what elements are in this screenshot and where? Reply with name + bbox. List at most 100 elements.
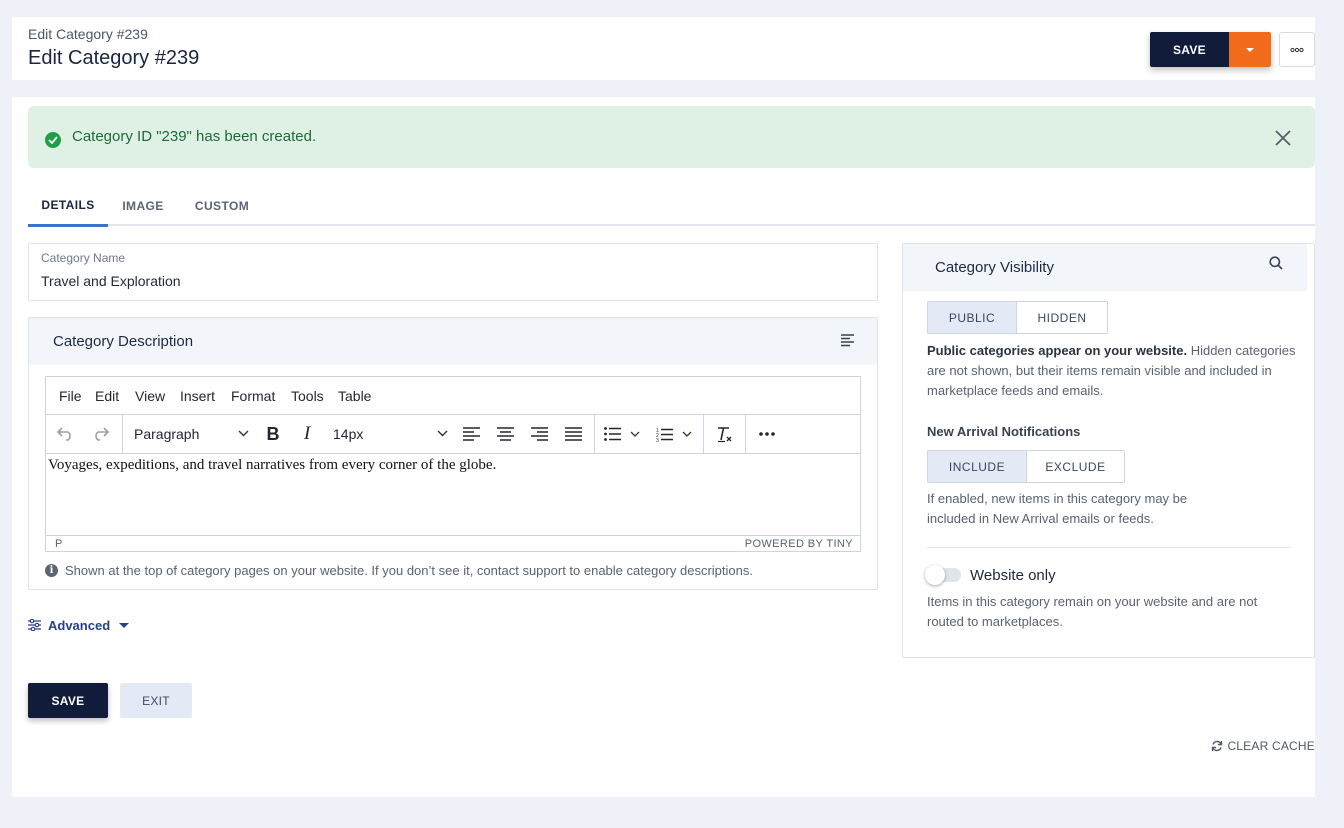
divider — [927, 547, 1291, 548]
notifications-heading: New Arrival Notifications — [927, 424, 1081, 439]
alert-message: Category ID "239" has been created. — [72, 128, 317, 145]
clear-formatting-button[interactable] — [711, 415, 737, 453]
more-options-button[interactable] — [1279, 32, 1315, 67]
align-justify-button[interactable] — [560, 415, 586, 453]
refresh-icon — [1212, 740, 1223, 752]
powered-by-link[interactable]: POWERED BY TINY — [745, 538, 853, 550]
description-header: Category Description — [29, 318, 877, 365]
visibility-description: Public categories appear on your website… — [927, 341, 1297, 401]
menu-edit[interactable]: Edit — [95, 388, 119, 404]
align-left-button[interactable] — [458, 415, 484, 453]
visibility-toggle: PUBLIC HIDDEN — [927, 301, 1108, 334]
website-only-label: Website only — [970, 567, 1056, 584]
redo-button[interactable] — [88, 415, 112, 453]
visibility-title: Category Visibility — [935, 259, 1054, 276]
redo-icon — [95, 427, 109, 441]
tab-image[interactable]: IMAGE — [118, 185, 168, 226]
save-button[interactable]: SAVE — [28, 683, 108, 718]
description-panel: Category Description File Edit View Inse… — [28, 317, 878, 590]
align-left-icon — [462, 427, 480, 441]
numbered-list-button[interactable]: 123 — [656, 415, 702, 453]
chevron-down-icon — [630, 431, 640, 437]
close-icon[interactable] — [1274, 129, 1292, 147]
save-split-button: SAVE — [1150, 32, 1271, 67]
editor-menubar: File Edit View Insert Format Tools Table — [46, 377, 860, 415]
tab-bar: DETAILS IMAGE CUSTOM — [28, 185, 1315, 227]
description-title: Category Description — [53, 333, 194, 350]
more-icon — [1290, 47, 1304, 52]
tab-custom[interactable]: CUSTOM — [189, 185, 255, 226]
clear-cache-label: CLEAR CACHE — [1227, 739, 1315, 753]
category-name-input[interactable]: Travel and Exploration — [41, 273, 181, 289]
exclude-option[interactable]: EXCLUDE — [1026, 451, 1124, 482]
more-icon — [759, 432, 775, 436]
menu-table[interactable]: Table — [338, 388, 371, 404]
editor-content[interactable]: Voyages, expeditions, and travel narrati… — [46, 454, 860, 535]
more-toolbar-button[interactable] — [754, 415, 780, 453]
clear-cache-button[interactable]: CLEAR CACHE — [1211, 739, 1315, 753]
visibility-panel: Category Visibility PUBLIC HIDDEN Public… — [902, 243, 1315, 658]
sliders-icon — [28, 619, 41, 631]
italic-button[interactable]: I — [294, 415, 320, 453]
font-size-select[interactable]: 14px — [333, 415, 449, 453]
website-only-switch[interactable] — [925, 565, 961, 585]
category-name-label: Category Name — [41, 251, 126, 265]
align-center-button[interactable] — [492, 415, 518, 453]
clear-formatting-icon — [717, 426, 731, 442]
main-card: Category ID "239" has been created. DETA… — [12, 97, 1315, 797]
advanced-label: Advanced — [48, 617, 111, 633]
bold-icon: B — [266, 423, 280, 444]
block-format-select[interactable]: Paragraph — [134, 415, 252, 453]
align-left-icon[interactable] — [841, 334, 855, 347]
visibility-header: Category Visibility — [903, 244, 1307, 291]
public-option[interactable]: PUBLIC — [928, 302, 1016, 333]
element-path[interactable]: P — [55, 538, 62, 550]
search-icon[interactable] — [1269, 256, 1283, 270]
hidden-option[interactable]: HIDDEN — [1016, 302, 1107, 333]
toolbar-separator — [703, 415, 704, 453]
include-option[interactable]: INCLUDE — [928, 451, 1026, 482]
font-size-value: 14px — [333, 426, 364, 442]
category-name-field[interactable]: Category Name Travel and Exploration — [28, 243, 878, 301]
bullet-list-icon — [604, 427, 621, 441]
header-save-button[interactable]: SAVE — [1150, 32, 1229, 67]
chevron-down-icon — [437, 430, 448, 437]
block-format-value: Paragraph — [134, 426, 200, 442]
editor-toolbar: Paragraph B I 14px 1 2 3 — [46, 415, 860, 454]
breadcrumb[interactable]: Edit Category #239 — [28, 26, 148, 42]
website-only-text: Items in this category remain on your we… — [927, 594, 1258, 629]
menu-insert[interactable]: Insert — [180, 388, 215, 404]
toolbar-separator — [745, 415, 746, 453]
toolbar-separator — [594, 415, 595, 453]
editor-content-text: Voyages, expeditions, and travel narrati… — [48, 457, 497, 473]
bullet-list-button[interactable] — [604, 415, 650, 453]
notifications-toggle: INCLUDE EXCLUDE — [927, 450, 1125, 483]
visibility-description-bold: Public categories appear on your website… — [927, 343, 1188, 358]
caret-down-icon — [1246, 47, 1254, 52]
success-alert: Category ID "239" has been created. — [28, 106, 1315, 168]
menu-format[interactable]: Format — [231, 388, 275, 404]
menu-file[interactable]: File — [59, 388, 82, 404]
advanced-toggle[interactable]: Advanced — [28, 616, 130, 634]
info-icon: i — [45, 563, 58, 577]
numbered-list-icon: 123 — [656, 428, 673, 442]
save-options-dropdown[interactable] — [1229, 32, 1271, 67]
exit-button[interactable]: EXIT — [120, 683, 192, 718]
switch-knob — [925, 565, 945, 585]
notifications-text: If enabled, new items in this category m… — [927, 491, 1188, 526]
menu-tools[interactable]: Tools — [291, 388, 324, 404]
align-center-icon — [496, 427, 514, 441]
rich-text-editor: File Edit View Insert Format Tools Table… — [45, 376, 861, 552]
italic-icon: I — [303, 423, 311, 444]
caret-down-icon — [119, 622, 130, 628]
menu-view[interactable]: View — [135, 388, 165, 404]
help-text: Shown at the top of category pages on yo… — [65, 562, 753, 578]
toolbar-separator — [122, 415, 123, 453]
check-circle-icon — [45, 132, 61, 148]
bold-button[interactable]: B — [260, 415, 286, 453]
page-title: Edit Category #239 — [28, 47, 200, 69]
undo-button[interactable] — [54, 415, 78, 453]
editor-statusbar: P POWERED BY TINY — [46, 535, 860, 551]
align-right-button[interactable] — [526, 415, 552, 453]
tab-details[interactable]: DETAILS — [28, 185, 108, 227]
